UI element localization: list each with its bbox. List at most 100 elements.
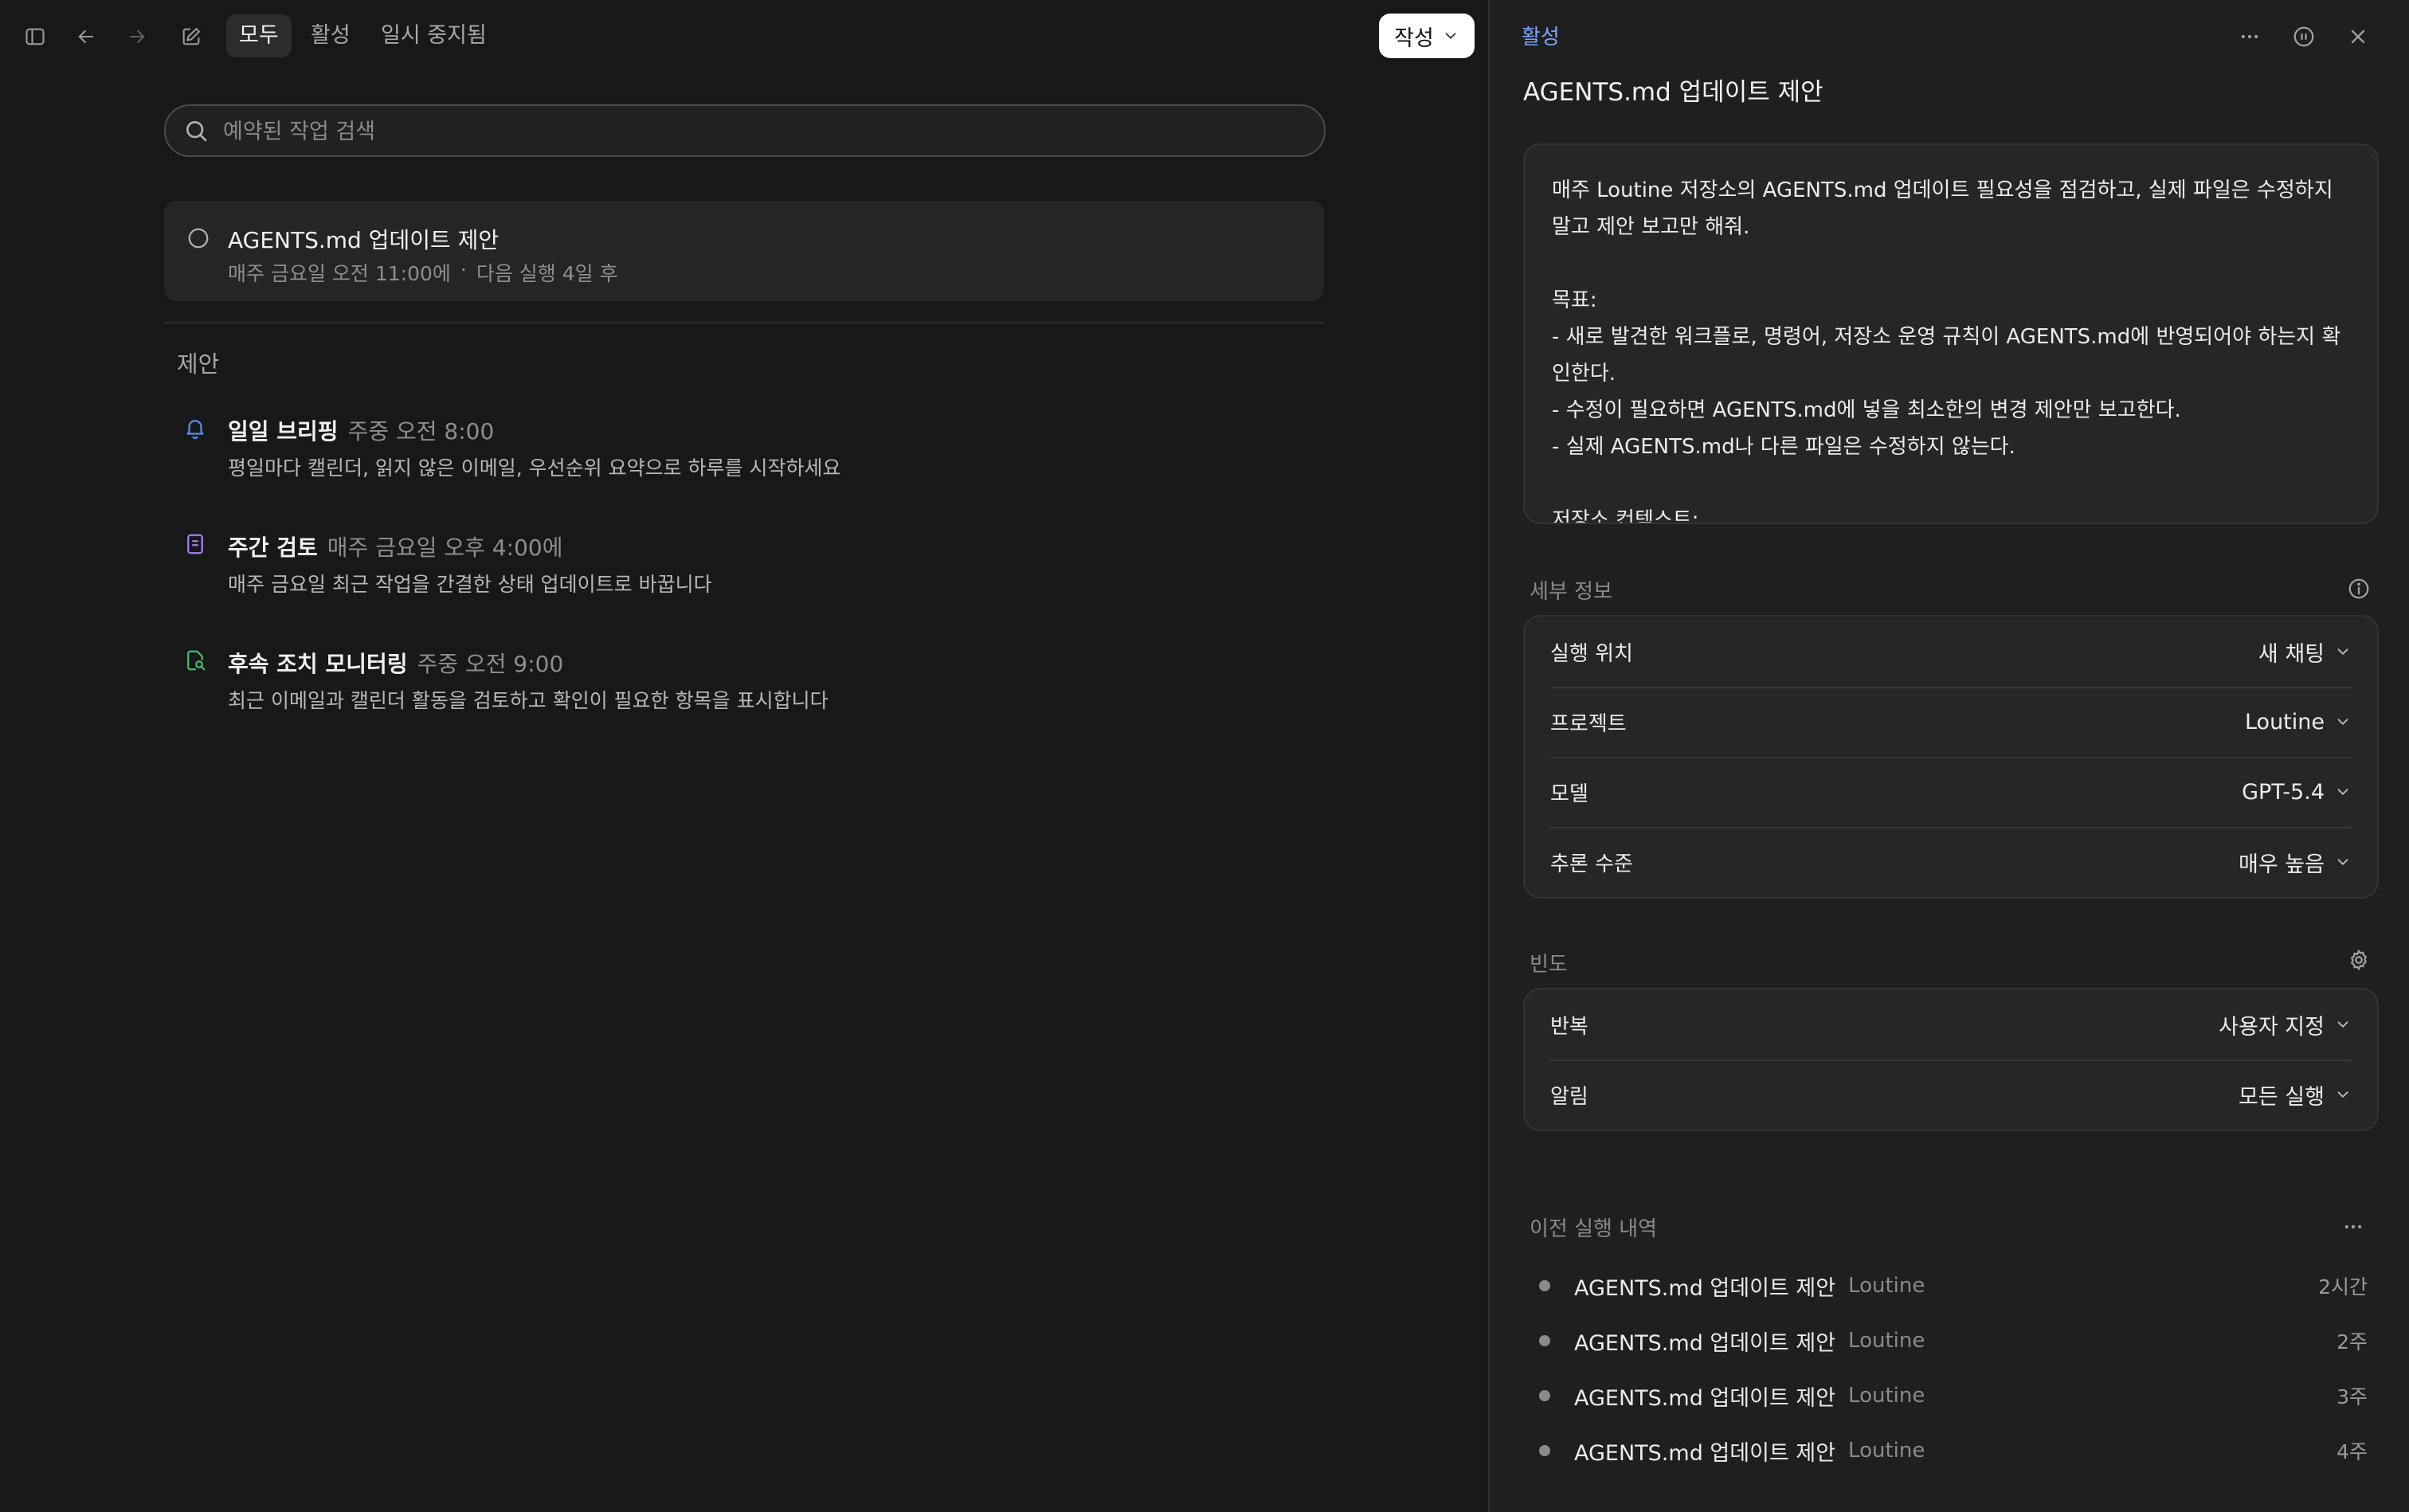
detail-title: AGENTS.md 업데이트 제안 — [1523, 78, 1823, 107]
notify-select[interactable]: 모든 실행 — [2239, 1079, 2352, 1110]
chevron-down-icon — [2334, 643, 2352, 660]
details-card: 실행 위치 새 채팅 프로젝트 Loutine 모델 GPT-5.4 추론 수준… — [1523, 615, 2379, 899]
history-title: AGENTS.md 업데이트 제안 — [1574, 1440, 1836, 1466]
prompt-editor[interactable]: 매주 Loutine 저장소의 AGENTS.md 업데이트 필요성을 점검하고… — [1523, 143, 2379, 524]
document-icon — [183, 532, 207, 556]
row-value: Loutine — [2244, 709, 2325, 734]
history-time: 4주 — [2337, 1440, 2368, 1463]
back-arrow-icon[interactable] — [70, 21, 102, 53]
repeat-select[interactable]: 사용자 지정 — [2219, 1009, 2352, 1040]
row-value: GPT-5.4 — [2242, 779, 2325, 805]
row-label: 프로젝트 — [1550, 711, 1627, 736]
suggestion-heading: 일일 브리핑 주중 오전 8:00 — [228, 414, 494, 446]
tab-all[interactable]: 모두 — [226, 14, 292, 57]
frequency-heading: 빈도 — [1530, 953, 1568, 977]
more-options-icon[interactable] — [2234, 21, 2266, 53]
suggestion-description: 평일마다 캘린더, 읽지 않은 이메일, 우선순위 요약으로 하루를 시작하세요 — [228, 456, 841, 480]
history-project: Loutine — [1848, 1274, 1925, 1298]
history-project: Loutine — [1848, 1384, 1925, 1408]
search-bar[interactable] — [164, 104, 1326, 157]
task-meta: 매주 금요일 오전 11:00에 · 다음 실행 4일 후 — [228, 258, 618, 287]
row-value: 매우 높음 — [2239, 852, 2325, 877]
search-icon — [183, 118, 209, 143]
frequency-row-notify: 알림 모든 실행 — [1550, 1060, 2352, 1130]
reasoning-select[interactable]: 매우 높음 — [2239, 847, 2352, 878]
suggestion-title: 후속 조치 모니터링 — [228, 651, 408, 677]
detail-row-model: 모델 GPT-5.4 — [1550, 757, 2352, 828]
prompt-text[interactable]: 매주 Loutine 저장소의 AGENTS.md 업데이트 필요성을 점검하고… — [1552, 172, 2356, 523]
compose-label: 작성 — [1394, 25, 1434, 51]
row-label: 모델 — [1550, 781, 1588, 806]
circle-status-icon[interactable] — [186, 226, 210, 250]
status-label: 활성 — [1522, 25, 1560, 49]
history-item[interactable]: AGENTS.md 업데이트 제안 Loutine 4주 — [1539, 1425, 2368, 1476]
suggestions-heading: 제안 — [177, 351, 220, 378]
compose-button[interactable]: 작성 — [1379, 14, 1475, 58]
history-title: AGENTS.md 업데이트 제안 — [1574, 1275, 1836, 1301]
detail-row-reasoning: 추론 수준 매우 높음 — [1550, 827, 2352, 897]
tab-active[interactable]: 활성 — [298, 14, 363, 57]
history-dot — [1539, 1445, 1550, 1456]
frequency-row-repeat: 반복 사용자 지정 — [1550, 989, 2352, 1061]
bell-icon — [183, 416, 207, 440]
forward-arrow-icon[interactable] — [121, 21, 153, 53]
history-title: AGENTS.md 업데이트 제안 — [1574, 1330, 1836, 1356]
row-label: 실행 위치 — [1550, 641, 1633, 666]
history-time: 2시간 — [2318, 1275, 2368, 1299]
history-item[interactable]: AGENTS.md 업데이트 제안 Loutine 2시간 — [1539, 1260, 2368, 1311]
chevron-down-icon — [2334, 853, 2352, 871]
model-select[interactable]: GPT-5.4 — [2242, 780, 2352, 805]
row-value: 새 채팅 — [2258, 641, 2325, 667]
history-time: 3주 — [2337, 1385, 2368, 1408]
info-icon[interactable] — [2347, 577, 2371, 601]
row-value: 사용자 지정 — [2219, 1014, 2325, 1040]
row-value: 모든 실행 — [2239, 1084, 2325, 1110]
chevron-down-icon — [1442, 27, 1459, 45]
close-icon[interactable] — [2342, 21, 2374, 53]
history-dot — [1539, 1390, 1550, 1401]
suggestion-title: 일일 브리핑 — [228, 418, 339, 445]
suggestion-heading: 후속 조치 모니터링 주중 오전 9:00 — [228, 647, 563, 679]
history-heading: 이전 실행 내역 — [1530, 1217, 1658, 1241]
history-more-icon[interactable] — [2337, 1211, 2369, 1243]
suggestion-item[interactable]: 일일 브리핑 주중 오전 8:00 평일마다 캘린더, 읽지 않은 이메일, 우선… — [183, 414, 1299, 486]
new-compose-icon[interactable] — [175, 21, 207, 53]
chevron-down-icon — [2334, 783, 2352, 801]
history-item[interactable]: AGENTS.md 업데이트 제안 Loutine 2주 — [1539, 1315, 2368, 1366]
suggestion-heading: 주간 검토 매주 금요일 오후 4:00에 — [228, 531, 562, 562]
sidebar-toggle-icon[interactable] — [19, 21, 51, 53]
pause-icon[interactable] — [2288, 21, 2320, 53]
history-item[interactable]: AGENTS.md 업데이트 제안 Loutine 3주 — [1539, 1370, 2368, 1421]
search-input[interactable] — [221, 106, 1260, 157]
project-select[interactable]: Loutine — [2245, 710, 2352, 734]
chevron-down-icon — [2334, 713, 2352, 731]
search-doc-icon — [183, 648, 207, 672]
history-project: Loutine — [1848, 1439, 1925, 1463]
detail-row-project: 프로젝트 Loutine — [1550, 687, 2352, 758]
scheduled-task-card[interactable]: AGENTS.md 업데이트 제안 매주 금요일 오전 11:00에 · 다음 … — [164, 201, 1324, 301]
task-next-run: 다음 실행 4일 후 — [476, 262, 618, 285]
suggestion-time: 매주 금요일 오후 4:00에 — [327, 535, 563, 561]
suggestion-item[interactable]: 주간 검토 매주 금요일 오후 4:00에 매주 금요일 최근 작업을 간결한 상… — [183, 531, 1299, 602]
suggestion-description: 매주 금요일 최근 작업을 간결한 상태 업데이트로 바꿉니다 — [228, 573, 712, 596]
automations-list-pane: 모두 활성 일시 중지됨 작성 AGENTS.md 업데이트 제안 매주 금요일… — [0, 0, 1488, 1512]
suggestion-title: 주간 검토 — [228, 535, 318, 561]
history-project: Loutine — [1848, 1329, 1925, 1353]
row-label: 반복 — [1550, 1014, 1588, 1039]
gear-icon[interactable] — [2347, 948, 2371, 972]
tab-paused[interactable]: 일시 중지됨 — [368, 14, 499, 57]
suggestion-item[interactable]: 후속 조치 모니터링 주중 오전 9:00 최근 이메일과 캘린더 활동을 검토하… — [183, 647, 1299, 719]
meta-separator: · — [460, 258, 467, 281]
suggestion-description: 최근 이메일과 캘린더 활동을 검토하고 확인이 필요한 항목을 표시합니다 — [228, 689, 828, 712]
chevron-down-icon — [2334, 1016, 2352, 1033]
row-label: 추론 수준 — [1550, 852, 1633, 876]
history-dot — [1539, 1335, 1550, 1346]
history-title: AGENTS.md 업데이트 제안 — [1574, 1385, 1836, 1411]
chevron-down-icon — [2334, 1086, 2352, 1103]
row-label: 알림 — [1550, 1084, 1588, 1109]
task-schedule: 매주 금요일 오전 11:00에 — [228, 262, 451, 285]
location-select[interactable]: 새 채팅 — [2258, 637, 2352, 668]
task-title: AGENTS.md 업데이트 제안 — [228, 227, 499, 253]
suggestion-time: 주중 오전 9:00 — [417, 651, 564, 677]
history-time: 2주 — [2337, 1330, 2368, 1353]
